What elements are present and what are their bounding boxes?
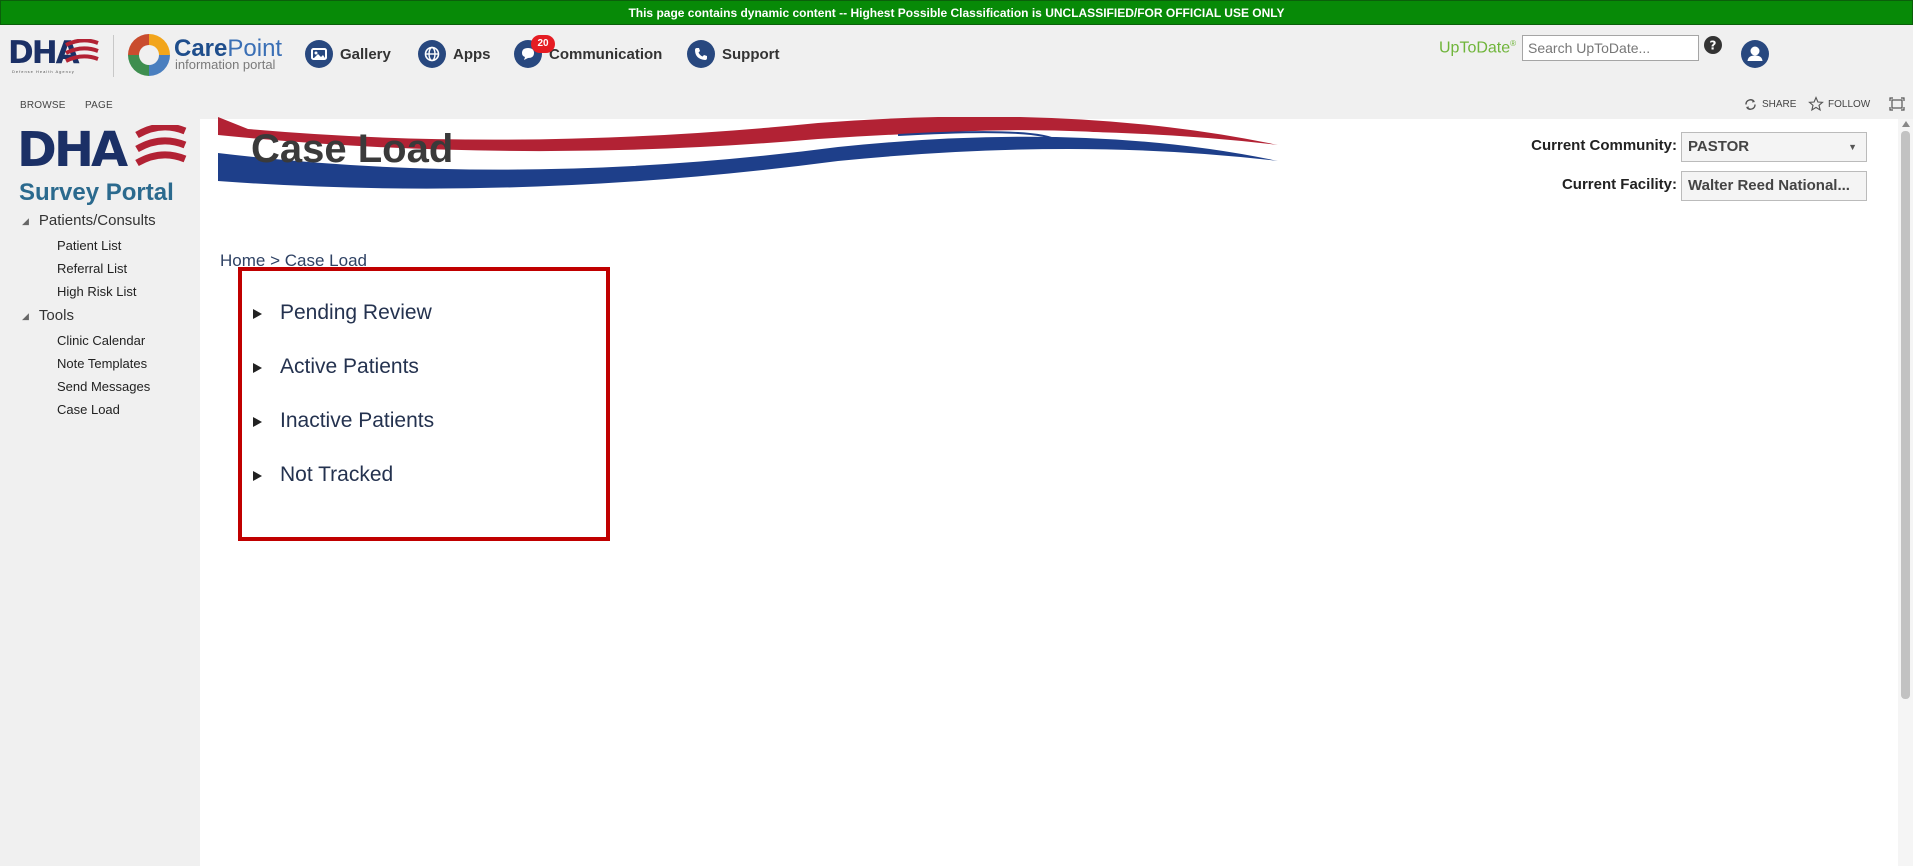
sidebar-group-label: Patients/Consults	[38, 212, 156, 229]
globe-icon	[418, 40, 446, 68]
collapse-triangle-icon: ◢	[22, 311, 29, 321]
sidebar-group-label: Tools	[38, 307, 74, 324]
section-label: Not Tracked	[280, 463, 394, 486]
nav-apps[interactable]: Apps	[418, 39, 491, 69]
page-title: Case Load	[251, 127, 454, 171]
facility-select[interactable]: Walter Reed National...	[1681, 171, 1867, 201]
collapse-triangle-icon: ◢	[22, 216, 29, 226]
survey-portal-logo[interactable]: DHA Survey Portal	[17, 122, 187, 206]
carepoint-logo-icon[interactable]	[128, 34, 170, 76]
uptodate-mark: ®	[1510, 39, 1517, 48]
chevron-down-icon: ▼	[1848, 142, 1857, 152]
current-facility-label: Current Facility:	[1561, 176, 1677, 193]
uptodate-search-input[interactable]	[1522, 35, 1699, 61]
top-navigation: DHA Defense Health Agency CarePoint info…	[0, 25, 1913, 91]
flag-stripes-icon	[65, 39, 99, 63]
sidebar-item-patient-list[interactable]: Patient List	[57, 238, 121, 253]
scrollbar-thumb[interactable]	[1901, 131, 1910, 699]
sidebar-item-case-load[interactable]: Case Load	[57, 402, 120, 417]
dha-logo[interactable]: DHA Defense Health Agency	[8, 35, 104, 75]
scroll-up-arrow-icon[interactable]	[1902, 121, 1910, 127]
expand-arrow-icon	[253, 308, 263, 319]
nav-communication-label: Communication	[549, 45, 663, 63]
vertical-scrollbar[interactable]	[1898, 119, 1913, 866]
sidebar-item-send-messages[interactable]: Send Messages	[57, 379, 150, 394]
ribbon-bar: BROWSE PAGE SHARE FOLLOW	[0, 91, 1913, 119]
section-active-patients[interactable]: Active Patients	[253, 352, 419, 382]
section-label: Pending Review	[280, 301, 432, 324]
focus-content-button[interactable]	[1889, 95, 1905, 113]
follow-button[interactable]: FOLLOW	[1808, 95, 1870, 113]
ribbon-tab-page[interactable]: PAGE	[85, 100, 113, 111]
nav-support-label: Support	[722, 45, 780, 63]
expand-arrow-icon	[253, 416, 263, 427]
current-community-label: Current Community:	[1531, 137, 1677, 154]
follow-label: FOLLOW	[1828, 98, 1871, 110]
sidebar-item-referral-list[interactable]: Referral List	[57, 261, 127, 276]
svg-text:?: ?	[1710, 39, 1717, 53]
uptodate-link[interactable]: UpToDate®	[1439, 39, 1516, 57]
sidebar-item-high-risk-list[interactable]: High Risk List	[57, 284, 136, 299]
section-label: Inactive Patients	[280, 409, 435, 432]
community-value: PASTOR	[1688, 138, 1750, 155]
nav-gallery-label: Gallery	[340, 45, 391, 63]
gallery-icon	[305, 40, 333, 68]
nav-support[interactable]: Support	[687, 39, 780, 69]
phone-icon	[687, 40, 715, 68]
dha-logo-subtitle: Defense Health Agency	[12, 69, 75, 74]
portal-name: Survey Portal	[19, 179, 174, 206]
sidebar-item-clinic-calendar[interactable]: Clinic Calendar	[57, 333, 145, 348]
portal-dha-text: DHA	[17, 122, 128, 178]
flag-stripes-icon	[135, 125, 187, 167]
star-icon	[1808, 96, 1824, 112]
logo-divider	[113, 35, 114, 77]
nav-apps-label: Apps	[453, 45, 491, 63]
section-not-tracked[interactable]: Not Tracked	[253, 460, 393, 490]
chat-icon: 20	[514, 35, 555, 68]
section-label: Active Patients	[280, 355, 419, 378]
community-select[interactable]: PASTOR ▼	[1681, 132, 1867, 162]
sidebar-item-note-templates[interactable]: Note Templates	[57, 356, 147, 371]
ribbon-tab-browse[interactable]: BROWSE	[20, 100, 66, 111]
section-inactive-patients[interactable]: Inactive Patients	[253, 406, 434, 436]
uptodate-label: UpToDate	[1439, 39, 1511, 57]
share-button[interactable]: SHARE	[1743, 95, 1796, 113]
facility-value: Walter Reed National...	[1688, 177, 1850, 194]
notification-badge: 20	[531, 35, 555, 53]
share-label: SHARE	[1762, 98, 1797, 110]
user-avatar-icon[interactable]	[1741, 40, 1769, 68]
expand-arrow-icon	[253, 362, 263, 373]
nav-gallery[interactable]: Gallery	[305, 39, 391, 69]
carepoint-subtitle: information portal	[175, 57, 276, 72]
left-sidebar: DHA Survey Portal ◢ Patients/Consults Pat…	[0, 119, 200, 866]
section-pending-review[interactable]: Pending Review	[253, 298, 432, 328]
help-icon[interactable]: ?	[1704, 36, 1722, 54]
share-icon	[1745, 98, 1756, 110]
expand-arrow-icon	[253, 470, 263, 481]
classification-banner: This page contains dynamic content -- Hi…	[0, 0, 1913, 25]
sidebar-group-patients-consults[interactable]: ◢ Patients/Consults	[22, 212, 156, 229]
nav-communication[interactable]: 20 Communication	[514, 35, 663, 69]
sidebar-group-tools[interactable]: ◢ Tools	[22, 307, 74, 324]
fullscreen-icon	[1889, 97, 1905, 111]
